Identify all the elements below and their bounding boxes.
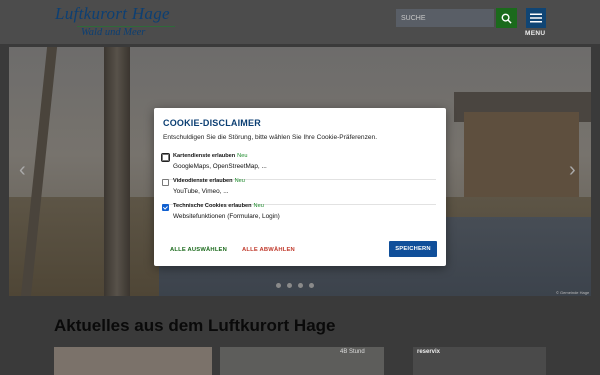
cookie-subtitle: Entschuldigen Sie die Störung, bitte wäh… — [163, 134, 378, 141]
new-badge: Neu — [234, 178, 245, 184]
new-badge: Neu — [237, 153, 248, 159]
technical-checkbox[interactable] — [162, 204, 169, 211]
option-description: YouTube, Vimeo, ... — [173, 188, 229, 195]
new-badge: Neu — [253, 203, 264, 209]
cookie-option-technical[interactable]: Technische Cookies erlauben Neu Websitefu… — [162, 201, 436, 229]
maps-checkbox[interactable] — [161, 153, 170, 162]
option-label: Videodienste erlauben Neu — [173, 178, 245, 184]
deselect-all-button[interactable]: ALLE ABWÄHLEN — [242, 247, 295, 253]
save-button[interactable]: SPEICHERN — [389, 241, 437, 257]
option-description: GoogleMaps, OpenStreetMap, ... — [173, 163, 267, 170]
cookie-title: COOKIE-DISCLAIMER — [163, 118, 261, 128]
cookie-dialog: COOKIE-DISCLAIMER Entschuldigen Sie die … — [154, 108, 446, 266]
option-label: Technische Cookies erlauben Neu — [173, 203, 264, 209]
select-all-button[interactable]: ALLE AUSWÄHLEN — [170, 247, 227, 253]
option-description: Websitefunktionen (Formulare, Login) — [173, 213, 280, 220]
video-checkbox[interactable] — [162, 179, 169, 186]
option-label: Kartendienste erlauben Neu — [173, 153, 248, 159]
